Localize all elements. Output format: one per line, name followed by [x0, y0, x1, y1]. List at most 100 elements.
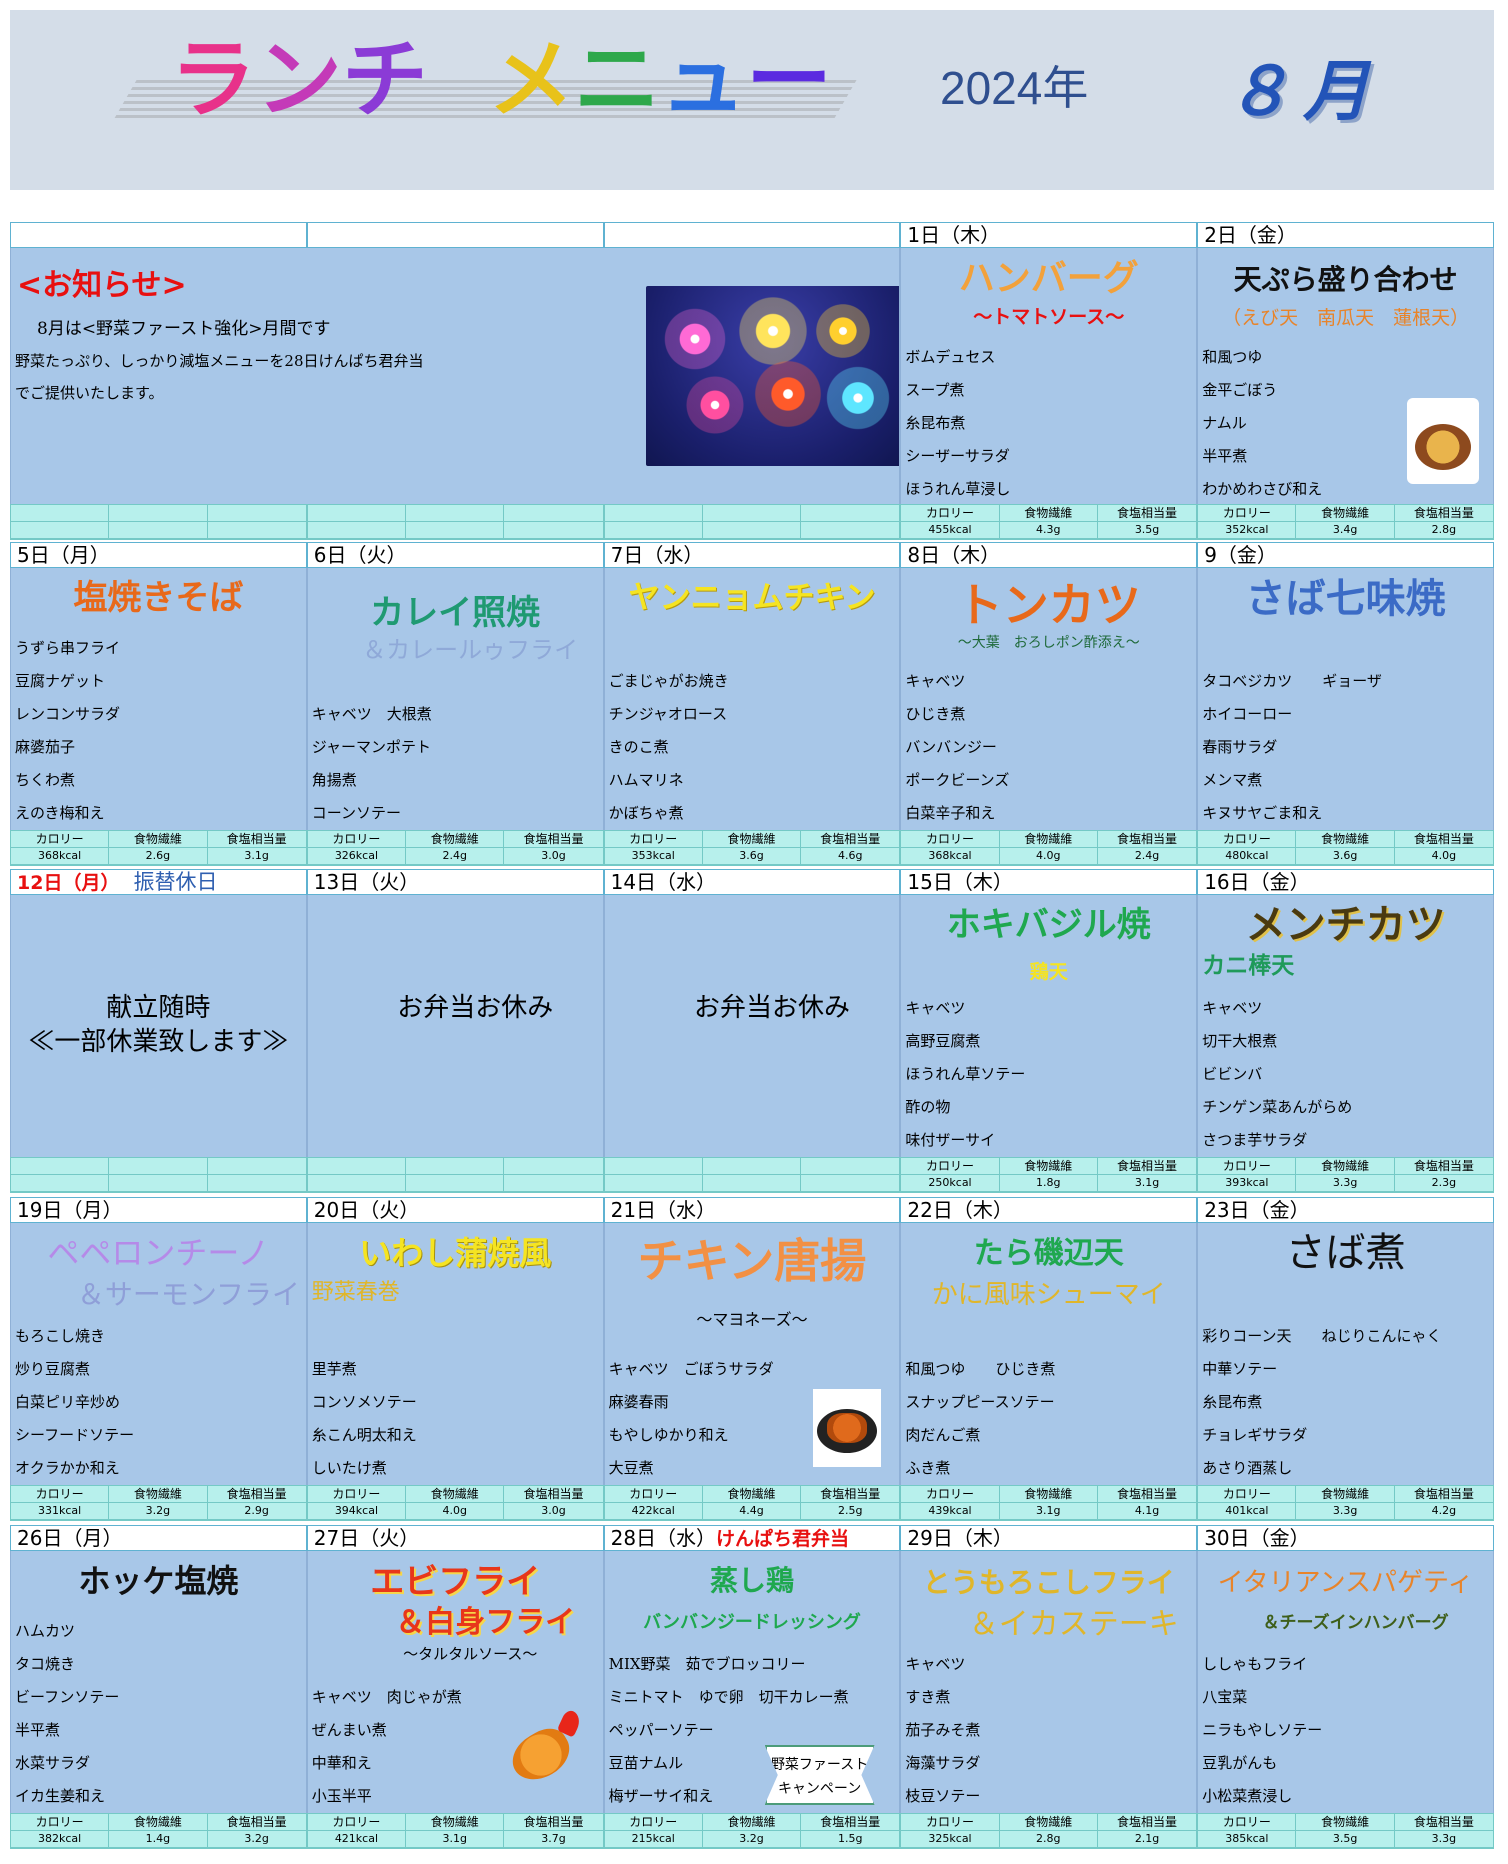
nutrition-table: カロリー 食物繊維 食塩相当量 382kcal 1.4g 3.2g: [10, 1813, 307, 1849]
week-1: 1日（木） 2日（金） <お知らせ> 8月は<野菜ファースト強化>月間です 野菜…: [10, 222, 1494, 540]
side-dish: ニラもやしソテー: [1202, 1721, 1323, 1739]
date-cell: 7日（水）: [603, 542, 901, 568]
side-dish: あさり酒蒸し: [1202, 1459, 1293, 1477]
sub-dish: ＆白身フライ: [395, 1605, 576, 1640]
side-dish: レンコンサラダ: [15, 705, 121, 723]
side-dish: さつま芋サラダ: [1202, 1131, 1308, 1149]
side-dish: ホイコーロー: [1202, 705, 1293, 723]
salt-label: 食塩相当量: [1097, 505, 1197, 522]
closed-message: お弁当お休み: [397, 993, 554, 1023]
calorie-label: カロリー: [11, 1486, 110, 1503]
main-dish: さば煮: [1285, 1230, 1406, 1276]
date-text: 28日（水）: [610, 1526, 717, 1550]
title-char: チ: [342, 30, 428, 130]
side-dish: しいたけ煮: [311, 1459, 387, 1477]
side-dish: キャベツ ごぼうサラダ: [608, 1360, 774, 1378]
holiday-date: 12日（月）: [17, 872, 120, 894]
fiber-value: 3.2g: [109, 1503, 208, 1520]
calorie-value: 331kcal: [11, 1503, 110, 1520]
side-dish: 金平ごぼう: [1202, 381, 1278, 399]
date-cell: 19日（月）: [10, 1197, 307, 1223]
closed-cell: お弁当お休み: [603, 895, 901, 1157]
side-dish: ひじき煮: [905, 705, 966, 723]
calorie-label: カロリー: [901, 831, 1000, 848]
side-dish: ふき煮: [905, 1459, 951, 1477]
main-dish: ホキバジル焼: [946, 905, 1151, 945]
fiber-value: 3.2g: [702, 1831, 802, 1848]
salt-label: 食塩相当量: [1394, 505, 1493, 522]
date-row: 5日（月） 6日（火） 7日（水） 8日（木） 9（金）: [10, 542, 1494, 568]
fiber-label: 食物繊維: [406, 1814, 505, 1831]
salt-label: 食塩相当量: [504, 831, 603, 848]
nutrition-table: カロリー 食物繊維 食塩相当量 325kcal 2.8g 2.1g: [900, 1813, 1198, 1849]
side-dish: コンソメソテー: [311, 1393, 417, 1411]
menu-cell: ホッケ塩焼 ハムカツ タコ焼き ビーフンソテー 半平煮 水菜サラダ イカ生姜和え: [10, 1551, 307, 1813]
nutrition-empty: [306, 1157, 604, 1193]
date-cell: 16日（金）: [1197, 869, 1494, 895]
date-cell: [603, 222, 901, 248]
side-dish: ビビンバ: [1202, 1065, 1263, 1083]
calorie-label: カロリー: [901, 505, 1000, 522]
salt-label: 食塩相当量: [1394, 831, 1493, 848]
sub-dish: ～マヨネーズ～: [696, 1310, 808, 1329]
menu-cell: イタリアンスパゲティ ＆チーズインハンバーグ ししゃもフライ 八宝菜 ニラもやし…: [1197, 1551, 1494, 1813]
side-dish: タコベジカツ ギョーザ: [1202, 672, 1382, 690]
calorie-value: 394kcal: [307, 1503, 407, 1520]
nutrition-table: カロリー 食物繊維 食塩相当量 368kcal 4.0g 2.4g: [900, 830, 1198, 866]
fiber-label: 食物繊維: [109, 831, 208, 848]
side-dish: 小松菜煮浸し: [1202, 1787, 1293, 1805]
main-dish: 蒸し鶏: [709, 1564, 794, 1597]
side-dish: ジャーマンポテト: [311, 738, 432, 756]
side-dish: ほうれん草ソテー: [905, 1065, 1026, 1083]
salt-label: 食塩相当量: [504, 1814, 603, 1831]
side-dish: 中華ソテー: [1202, 1360, 1278, 1378]
date-cell: 29日（木）: [900, 1525, 1198, 1551]
page-header: ランチ メニュー 2024年 ８月: [10, 10, 1494, 190]
salt-value: 4.2g: [1394, 1503, 1493, 1520]
main-dish: いわし蒲焼風: [359, 1234, 552, 1272]
nutrition-table: カロリー 食物繊維 食塩相当量 455kcal 4.3g 3.5g: [900, 504, 1198, 540]
side-dish: 肉だんご煮: [905, 1426, 981, 1444]
week-4: 19日（月） 20日（火） 21日（水） 22日（木） 23日（金） ペペロンチ…: [10, 1197, 1494, 1521]
side-dish: コーンソテー: [311, 804, 402, 822]
fiber-label: 食物繊維: [406, 831, 505, 848]
main-dish: とうもろこしフライ: [922, 1566, 1175, 1599]
nutrition-table: カロリー 食物繊維 食塩相当量 422kcal 4.4g 2.5g: [603, 1485, 901, 1521]
side-dish: MIX野菜 茹でブロッコリー: [608, 1655, 806, 1673]
week-5: 26日（月） 27日（火） 28日（水）けんぱち君弁当 29日（木） 30日（金…: [10, 1525, 1494, 1849]
nutrition-empty: [603, 504, 901, 540]
calorie-value: 250kcal: [901, 1175, 1000, 1192]
side-dish: 半平煮: [1202, 447, 1248, 465]
side-dish: 麻婆春雨: [608, 1393, 669, 1411]
salt-value: 2.3g: [1394, 1175, 1493, 1192]
sub-dish: （えび天 南瓜天 蓮根天）: [1222, 307, 1470, 329]
salt-label: 食塩相当量: [1394, 1158, 1493, 1175]
salt-value: 2.5g: [801, 1503, 900, 1520]
side-dish: ナムル: [1202, 414, 1247, 432]
date-cell: 5日（月）: [10, 542, 307, 568]
menu-cell: たら磯辺天 かに風味シューマイ 和風つゆ ひじき煮 スナップピースソテー 肉だん…: [900, 1223, 1198, 1485]
salt-value: 3.2g: [207, 1831, 306, 1848]
date-row: 12日（月） 振替休日 13日（火） 14日（水） 15日（木） 16日（金）: [10, 869, 1494, 895]
date-cell: 14日（水）: [603, 869, 901, 895]
salt-label: 食塩相当量: [207, 1486, 306, 1503]
sub-dish: ＆カレールゥフライ: [362, 636, 579, 664]
side-dish: タコ焼き: [15, 1655, 76, 1673]
menu-cell: メンチカツ カニ棒天 キャベツ 切干大根煮 ビビンバ チンゲン菜あんがらめ さつ…: [1197, 895, 1494, 1157]
fiber-label: 食物繊維: [999, 831, 1098, 848]
date-cell: 21日（水）: [603, 1197, 901, 1223]
menu-cell: ホキバジル焼 鶏天 キャベツ 高野豆腐煮 ほうれん草ソテー 酢の物 味付ザーサイ: [900, 895, 1198, 1157]
salt-label: 食塩相当量: [801, 831, 900, 848]
nutrition-empty: [306, 504, 604, 540]
date-cell: 20日（火）: [306, 1197, 604, 1223]
sub-dish: ＆サーモンフライ: [76, 1278, 300, 1311]
side-dish: 水菜サラダ: [15, 1754, 91, 1772]
menu-cell: エビフライ ＆白身フライ ～タルタルソース～ キャベツ 肉じゃが煮 ぜんまい煮 …: [306, 1551, 604, 1813]
calorie-label: カロリー: [11, 831, 110, 848]
side-dish: 味付ザーサイ: [905, 1131, 996, 1149]
week-3: 12日（月） 振替休日 13日（火） 14日（水） 15日（木） 16日（金） 献…: [10, 869, 1494, 1193]
side-dish: うずら串フライ: [15, 639, 121, 657]
salt-label: 食塩相当量: [801, 1814, 900, 1831]
nutrition-row: カロリー 食物繊維 食塩相当量 382kcal 1.4g 3.2g カロリー 食物繊維 食塩…: [10, 1813, 1494, 1849]
fiber-label: 食物繊維: [999, 1158, 1098, 1175]
